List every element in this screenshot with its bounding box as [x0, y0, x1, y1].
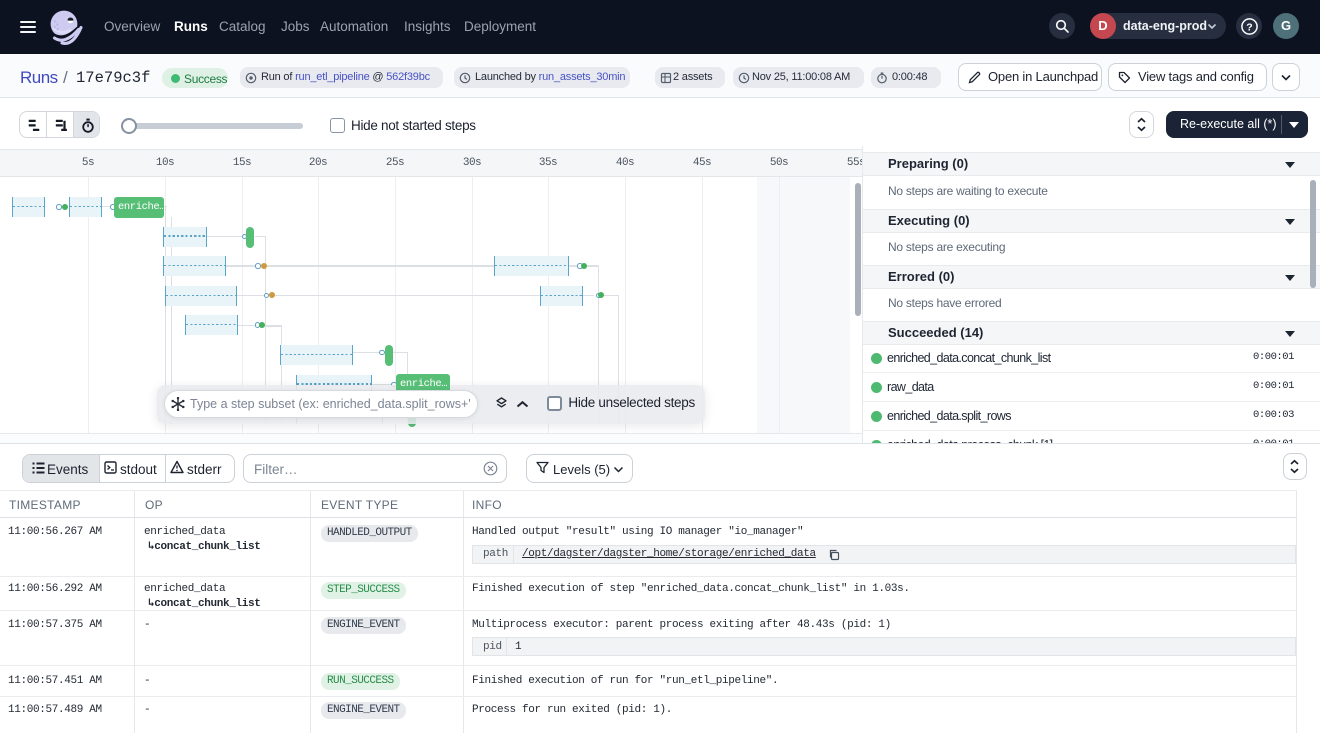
svg-text:?: ?	[1246, 21, 1252, 33]
